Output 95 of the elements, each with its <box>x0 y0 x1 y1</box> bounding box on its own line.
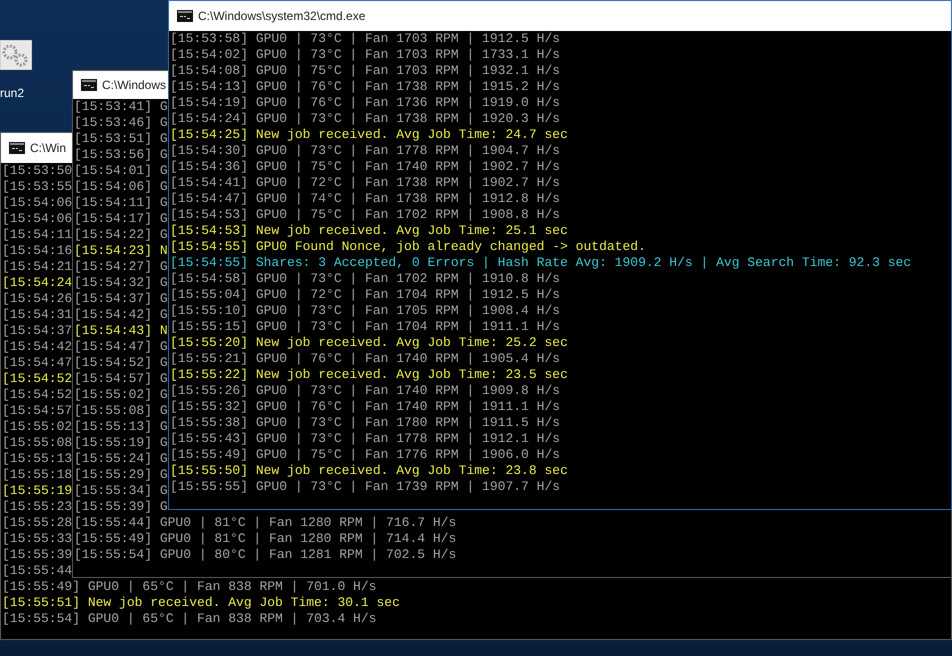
console-line: [15:54:21 <box>2 259 72 275</box>
console-line: [15:54:13] GPU0 | 76°C | Fan 1738 RPM | 1915.2 H/s <box>170 79 560 95</box>
console-line: [15:54:16 <box>2 243 72 259</box>
console-line: [15:54:43] N <box>74 323 168 339</box>
console-line: [15:55:04] GPU0 | 72°C | Fan 1704 RPM | 1912.5 H/s <box>170 287 560 303</box>
window-title: C:\Windows <box>102 77 166 94</box>
console-line: [15:54:52 <box>2 387 72 403</box>
console-line: [15:55:20] New job received. Avg Job Time: 25.2 sec <box>170 335 568 351</box>
console-line: [15:54:41] GPU0 | 72°C | Fan 1738 RPM | 1902.7 H/s <box>170 175 560 191</box>
console-line: [15:53:41] G <box>74 99 168 115</box>
console-line: [15:55:43] GPU0 | 73°C | Fan 1778 RPM | 1912.1 H/s <box>170 431 560 447</box>
console-line: [15:54:32] G <box>74 275 168 291</box>
console-line: [15:54:37] G <box>74 291 168 307</box>
console-line: [15:54:55] GPU0 Found Nonce, job already changed -> outdated. <box>170 239 646 255</box>
console-line: [15:55:44] GPU0 | 81°C | Fan 1280 RPM | 716.7 H/s <box>74 515 456 531</box>
console-line: [15:54:23] N <box>74 243 168 259</box>
console-line: [15:54:22] G <box>74 227 168 243</box>
console-line: [15:55:32] GPU0 | 76°C | Fan 1740 RPM | 1911.1 H/s <box>170 399 560 415</box>
console-line: [15:54:26 <box>2 291 72 307</box>
console-line: [15:54:57] G <box>74 371 168 387</box>
console-line: [15:55:34] G <box>74 483 168 499</box>
console-line: [15:54:42 <box>2 339 72 355</box>
console-line: [15:55:26] GPU0 | 73°C | Fan 1740 RPM | 1909.8 H/s <box>170 383 560 399</box>
console-line: [15:54:01] G <box>74 163 168 179</box>
terminal-icon <box>81 79 97 91</box>
console-line: [15:54:06 <box>2 211 72 227</box>
console-line: [15:55:08] G <box>74 403 168 419</box>
console-line: [15:54:02] GPU0 | 73°C | Fan 1703 RPM | 1733.1 H/s <box>170 47 560 63</box>
console-line: [15:54:52] G <box>74 355 168 371</box>
console-line: [15:54:11] G <box>74 195 168 211</box>
console-line: [15:55:19 <box>2 483 72 499</box>
console-line: [15:55:49] GPU0 | 81°C | Fan 1280 RPM | 714.4 H/s <box>74 531 456 547</box>
terminal-icon <box>177 10 193 22</box>
console-line: [15:55:29] G <box>74 467 168 483</box>
console-line: [15:54:17] G <box>74 211 168 227</box>
console-line: [15:55:33 <box>2 531 72 547</box>
console-line: [15:54:25] New job received. Avg Job Time: 24.7 sec <box>170 127 568 143</box>
window-title: C:\Windows\system32\cmd.exe <box>198 8 366 25</box>
console-line: [15:53:55 <box>2 179 72 195</box>
console-line: [15:54:57 <box>2 403 72 419</box>
console-line: [15:55:54] GPU0 | 80°C | Fan 1281 RPM | 702.5 H/s <box>74 547 456 563</box>
console-line: [15:54:06 <box>2 195 72 211</box>
desktop-icon-label[interactable]: run2 <box>0 84 24 102</box>
console-line: [15:55:21] GPU0 | 76°C | Fan 1740 RPM | 1905.4 H/s <box>170 351 560 367</box>
terminal-icon <box>9 142 25 154</box>
console-line: [15:55:49] GPU0 | 75°C | Fan 1776 RPM | 1906.0 H/s <box>170 447 560 463</box>
console-line: [15:55:13] G <box>74 419 168 435</box>
console-line: [15:54:42] G <box>74 307 168 323</box>
console-line: [15:54:08] GPU0 | 75°C | Fan 1703 RPM | 1932.1 H/s <box>170 63 560 79</box>
console-line: [15:53:56] G <box>74 147 168 163</box>
console-line: [15:55:39] G <box>74 499 168 515</box>
console-line: [15:53:46] G <box>74 115 168 131</box>
console-line: [15:54:11 <box>2 227 72 243</box>
console-line: [15:54:53] New job received. Avg Job Time: 25.1 sec <box>170 223 568 239</box>
console-line: [15:54:47] GPU0 | 74°C | Fan 1738 RPM | 1912.8 H/s <box>170 191 560 207</box>
console-line: [15:55:39 <box>2 547 72 563</box>
console-line: [15:53:50 <box>2 163 72 179</box>
console-line: [15:54:36] GPU0 | 75°C | Fan 1740 RPM | 1902.7 H/s <box>170 159 560 175</box>
window-title: C:\Win <box>30 140 66 157</box>
console-line: [15:54:19] GPU0 | 76°C | Fan 1736 RPM | 1919.0 H/s <box>170 95 560 111</box>
console-line: [15:55:23 <box>2 499 72 515</box>
console-line: [15:55:38] GPU0 | 73°C | Fan 1780 RPM | 1911.5 H/s <box>170 415 560 431</box>
console-line: [15:53:51] G <box>74 131 168 147</box>
console-line: [15:54:47] G <box>74 339 168 355</box>
console-line: [15:54:47 <box>2 355 72 371</box>
console-line: [15:55:10] GPU0 | 73°C | Fan 1705 RPM | 1908.4 H/s <box>170 303 560 319</box>
console-line: [15:55:13 <box>2 451 72 467</box>
console-line: [15:54:52 <box>2 371 72 387</box>
console-line: [15:55:51] New job received. Avg Job Time: 30.1 sec <box>2 595 400 611</box>
console-line: [15:54:27] G <box>74 259 168 275</box>
console-line: [15:55:50] New job received. Avg Job Time: 23.8 sec <box>170 463 568 479</box>
console-line: [15:55:49] GPU0 | 65°C | Fan 838 RPM | 701.0 H/s <box>2 579 376 595</box>
console-line: [15:54:55] Shares: 3 Accepted, 0 Errors | Hash Rate Avg: 1909.2 H/s | Avg Search Time: 92.3 sec <box>170 255 912 271</box>
console-line: [15:55:22] New job received. Avg Job Time: 23.5 sec <box>170 367 568 383</box>
console-line: [15:55:02 <box>2 419 72 435</box>
console-line: [15:53:58] GPU0 | 73°C | Fan 1703 RPM | 1912.5 H/s <box>170 31 560 47</box>
console-line: [15:55:28 <box>2 515 72 531</box>
console-line: [15:55:19] G <box>74 435 168 451</box>
console-line: [15:54:06] G <box>74 179 168 195</box>
console-line: [15:54:31 <box>2 307 72 323</box>
console-line: [15:55:44 <box>2 563 72 579</box>
gears-icon[interactable] <box>0 40 32 70</box>
console-line: [15:55:08 <box>2 435 72 451</box>
console-line: [15:54:24] GPU0 | 73°C | Fan 1738 RPM | 1920.3 H/s <box>170 111 560 127</box>
console-line: [15:54:24 <box>2 275 72 291</box>
console-line: [15:55:24] G <box>74 451 168 467</box>
console-line: [15:55:02] G <box>74 387 168 403</box>
console-line: [15:54:58] GPU0 | 73°C | Fan 1702 RPM | 1910.8 H/s <box>170 271 560 287</box>
console-line: [15:55:55] GPU0 | 73°C | Fan 1739 RPM | 1907.7 H/s <box>170 479 560 495</box>
console-line: [15:54:30] GPU0 | 73°C | Fan 1778 RPM | 1904.7 H/s <box>170 143 560 159</box>
console-line: [15:55:15] GPU0 | 73°C | Fan 1704 RPM | 1911.1 H/s <box>170 319 560 335</box>
console-line: [15:55:18 <box>2 467 72 483</box>
console-line: [15:55:54] GPU0 | 65°C | Fan 838 RPM | 703.4 H/s <box>2 611 376 627</box>
console-line: [15:54:53] GPU0 | 75°C | Fan 1702 RPM | 1908.8 H/s <box>170 207 560 223</box>
console-line: [15:54:37 <box>2 323 72 339</box>
